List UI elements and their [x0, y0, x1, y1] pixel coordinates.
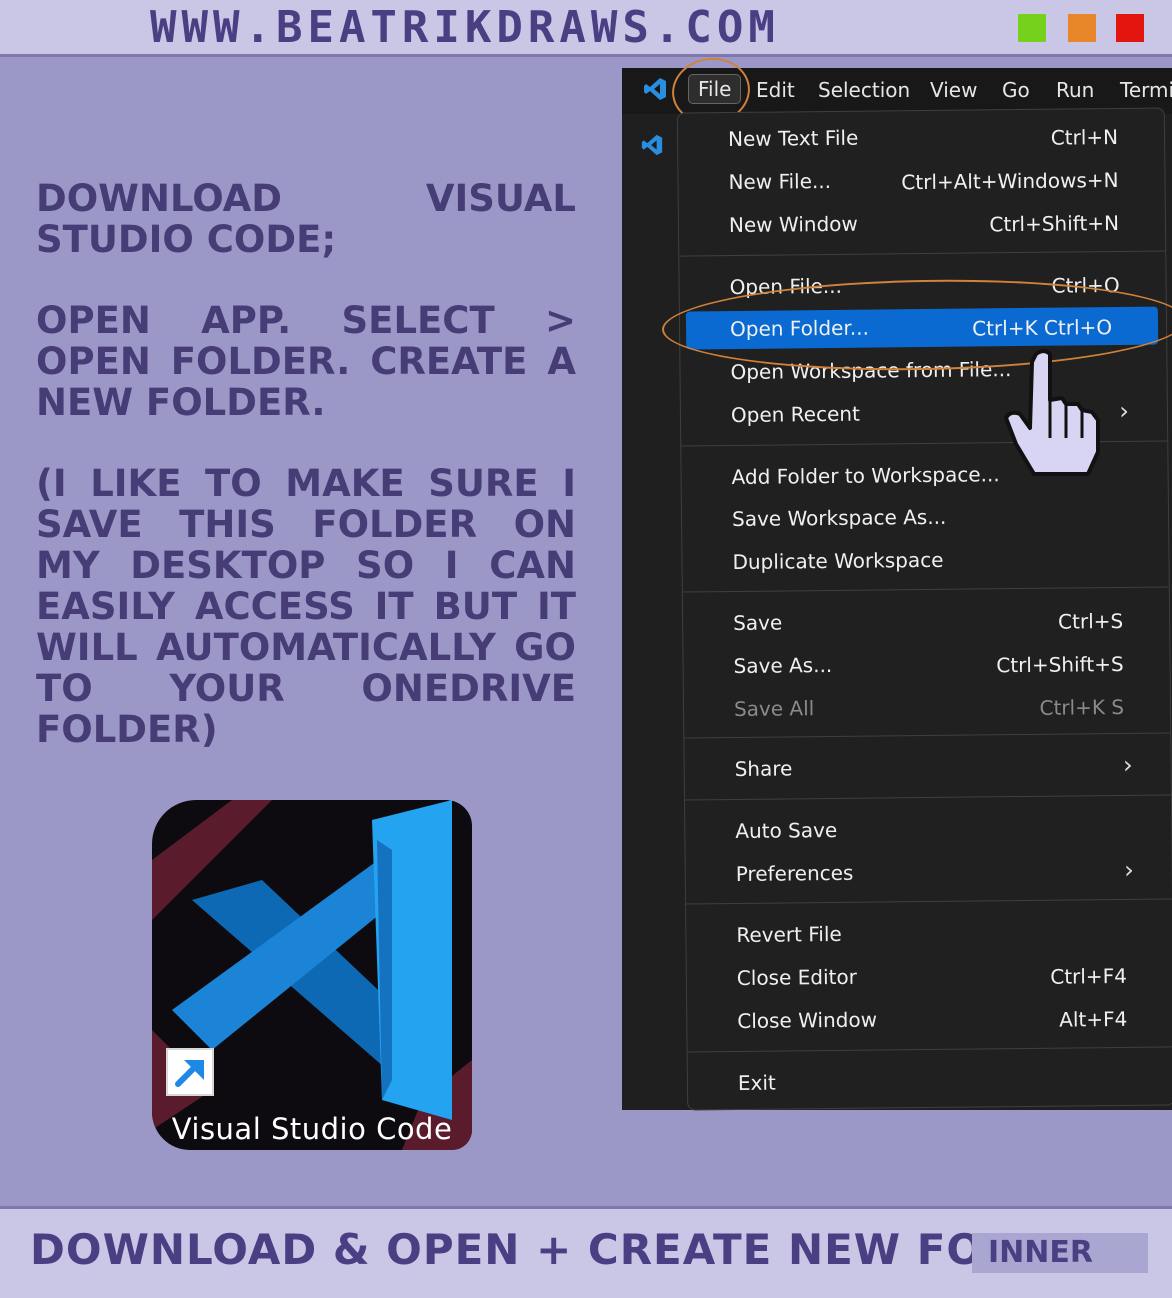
menu-item-shortcut: Ctrl+N [1050, 124, 1119, 150]
menu-item-label: Share [734, 756, 793, 782]
menu-item-label: Close Window [737, 1007, 878, 1033]
menu-item-shortcut: Ctrl+Shift+S [996, 651, 1124, 678]
chevron-right-icon: › [1123, 855, 1134, 884]
window-button-green[interactable] [1018, 14, 1046, 42]
menu-item-label: New File... [728, 168, 832, 195]
menu-separator [679, 250, 1166, 257]
menu-item-shortcut: Ctrl+F4 [1050, 963, 1127, 989]
menu-item-preferences[interactable]: Preferences › [686, 851, 1172, 894]
footer-tag: INNER [972, 1233, 1148, 1273]
menu-item-save-workspace-as[interactable]: Save Workspace As... [682, 496, 1168, 539]
menu-item-label: Exit [737, 1070, 776, 1095]
menu-item-label: Save Workspace As... [731, 504, 947, 532]
menu-item-save-as[interactable]: Save As... Ctrl+Shift+S [683, 643, 1169, 686]
menu-item-label: Preferences [735, 860, 854, 887]
menu-item-label: Save [733, 610, 783, 636]
menu-run[interactable]: Run [1056, 78, 1094, 102]
desktop-shortcut[interactable]: Visual Studio Code [152, 800, 472, 1150]
menu-item-label: New Window [728, 211, 858, 238]
menu-item-label: Open Recent [730, 401, 860, 428]
menu-item-shortcut: Ctrl+Alt+Windows+N [901, 167, 1119, 195]
menu-view[interactable]: View [930, 78, 977, 102]
chevron-right-icon: › [1119, 396, 1130, 425]
menu-item-label: Duplicate Workspace [732, 547, 944, 575]
menu-item-label: Close Editor [736, 964, 858, 991]
menu-item-label: Auto Save [735, 817, 838, 844]
site-url-text: www.beatrikdraws.com [150, 2, 780, 53]
shortcut-label: Visual Studio Code [171, 1112, 453, 1146]
menu-item-close-window[interactable]: Close Window Alt+F4 [687, 998, 1172, 1041]
hand-cursor-icon [1004, 349, 1100, 476]
window-button-orange[interactable] [1068, 14, 1096, 42]
menu-separator [687, 1046, 1172, 1053]
top-banner: www.beatrikdraws.com [0, 0, 1172, 57]
menu-item-label: Save As... [733, 652, 833, 679]
menu-separator [684, 794, 1171, 801]
footer-caption: Download & open + create new folder. [30, 1225, 1128, 1274]
menu-item-new-window[interactable]: New Window Ctrl+Shift+N [679, 202, 1165, 245]
vscode-logo-icon [152, 800, 472, 1150]
menu-terminal[interactable]: Termi [1120, 78, 1172, 102]
menu-item-shortcut: Ctrl+K S [1039, 694, 1125, 720]
menu-selection[interactable]: Selection [818, 78, 910, 102]
window-button-red[interactable] [1116, 14, 1144, 42]
instruction-note: (I like to make sure I save this folder … [36, 462, 576, 751]
menu-go[interactable]: Go [1002, 78, 1030, 102]
vscode-explorer-icon[interactable] [640, 132, 664, 158]
menu-separator [684, 732, 1171, 739]
vscode-menubar-icon [644, 78, 666, 100]
menu-item-new-file[interactable]: New File... Ctrl+Alt+Windows+N [678, 159, 1164, 202]
menu-item-shortcut: Ctrl+Shift+N [989, 210, 1120, 237]
menu-item-label: Add Folder to Workspace... [731, 462, 1000, 490]
menu-separator [686, 898, 1172, 905]
chevron-right-icon: › [1122, 750, 1133, 779]
menu-item-label: Revert File [736, 921, 842, 948]
menu-item-auto-save[interactable]: Auto Save [685, 808, 1171, 851]
file-menu-dropdown: New Text File Ctrl+N New File... Ctrl+Al… [676, 107, 1172, 1111]
shortcut-arrow-icon [166, 1048, 214, 1096]
menu-item-share[interactable]: Share › [684, 746, 1170, 789]
menu-item-shortcut: Ctrl+S [1057, 608, 1124, 634]
menu-item-label: Save All [733, 696, 815, 722]
instruction-step-2: Open app. Select > open folder. Create a… [36, 299, 576, 424]
menu-item-label: New Text File [727, 125, 859, 152]
menu-item-shortcut: Alt+F4 [1059, 1006, 1128, 1032]
menu-item-new-text-file[interactable]: New Text File Ctrl+N [678, 116, 1164, 159]
menu-item-save-all: Save All Ctrl+K S [684, 686, 1170, 729]
bottom-banner: Download & open + create new folder. INN… [0, 1206, 1172, 1298]
menu-edit[interactable]: Edit [756, 78, 795, 102]
menu-item-exit[interactable]: Exit [688, 1060, 1172, 1103]
menu-item-revert-file[interactable]: Revert File [686, 912, 1172, 955]
instruction-step-1: Download visual studio code; [36, 177, 576, 261]
menu-item-save[interactable]: Save Ctrl+S [683, 600, 1169, 643]
menu-item-duplicate-workspace[interactable]: Duplicate Workspace [682, 539, 1168, 582]
menu-separator [682, 586, 1169, 593]
menu-item-close-editor[interactable]: Close Editor Ctrl+F4 [687, 955, 1172, 998]
instructions-panel: Download visual studio code; Open app. S… [36, 178, 576, 790]
